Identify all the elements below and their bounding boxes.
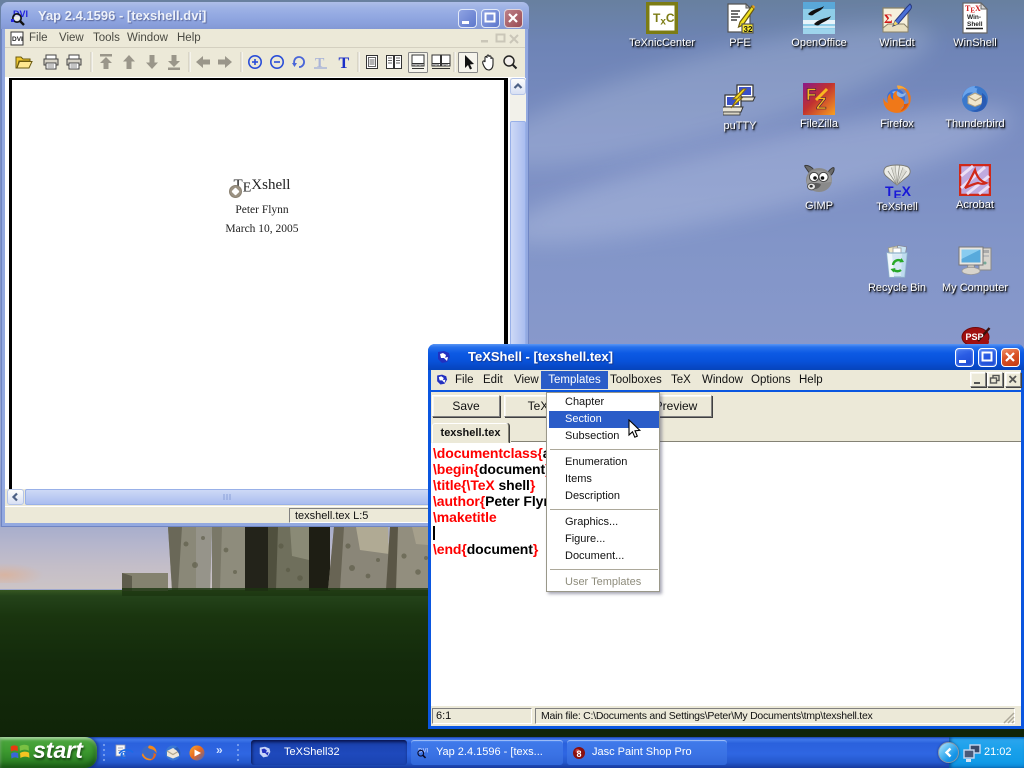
svg-text:32: 32 (744, 25, 753, 34)
svg-text:DVI: DVI (12, 36, 23, 43)
svg-text:Σ: Σ (884, 11, 893, 26)
svg-text:PSP: PSP (966, 332, 984, 342)
svg-text:F: F (806, 85, 816, 104)
svg-text:TEX: TEX (885, 183, 912, 198)
svg-text:8: 8 (577, 749, 582, 759)
svg-text:T: T (339, 55, 350, 72)
svg-text:Win-: Win- (967, 14, 981, 21)
svg-text:Shell: Shell (967, 21, 983, 28)
svg-text:TEX: TEX (965, 4, 981, 15)
